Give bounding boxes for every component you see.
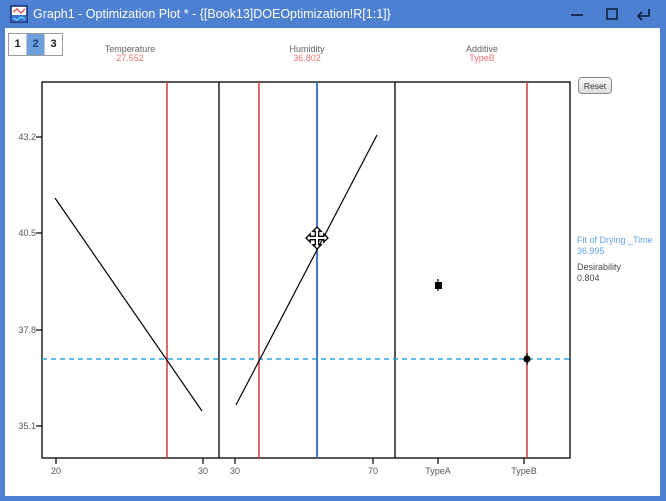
x-tick-label: TypeA <box>425 466 451 476</box>
origin-graph-window: Graph1 - Optimization Plot * - {[Book13]… <box>0 0 666 501</box>
y-tick-label: 37.8 <box>18 325 36 335</box>
desirability-label: Desirability <box>577 262 622 272</box>
fit-value: 36.995 <box>577 246 605 256</box>
plot-overlay: 1 2 3 Temperature 27.552 Humidity 36.802… <box>0 0 666 501</box>
x-tick-label: 30 <box>229 466 240 476</box>
fit-label: Fit of Drying _Time <box>577 235 653 245</box>
x-tick-label: 70 <box>367 466 378 476</box>
y-tick-label: 40.5 <box>18 228 36 238</box>
x-tick-label: TypeB <box>511 466 537 476</box>
x-tick-label: 20 <box>50 466 61 476</box>
y-tick-label: 35.1 <box>18 421 36 431</box>
optimization-plot <box>36 81 571 464</box>
desirability-value: 0.804 <box>577 273 600 283</box>
y-tick-label: 43.2 <box>18 132 36 142</box>
